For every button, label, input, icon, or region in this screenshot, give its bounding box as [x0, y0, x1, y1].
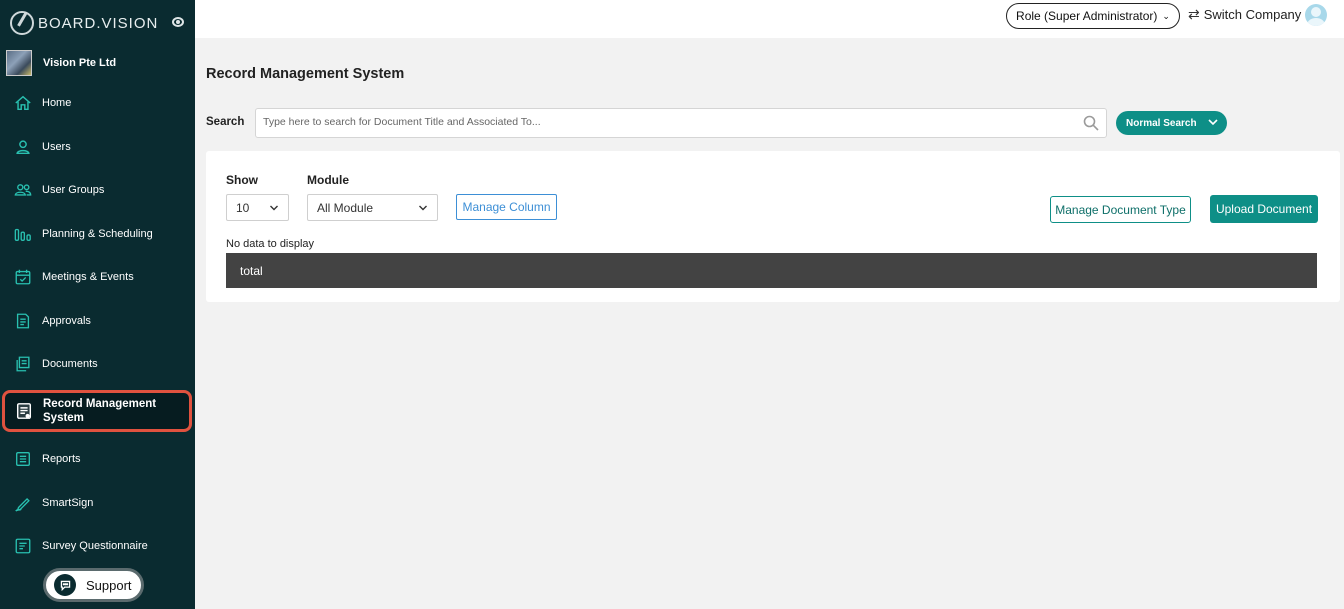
sidebar-item-survey[interactable]: Survey Questionnaire [0, 531, 195, 561]
calendar-icon [14, 268, 32, 286]
page-size-select[interactable]: 10 [226, 194, 289, 221]
role-label: Role (Super Administrator) [1016, 9, 1158, 23]
chevron-down-icon [419, 205, 427, 211]
manage-column-button[interactable]: Manage Column [456, 194, 557, 220]
records-card: Show Module 10 All Module Manage Column … [206, 151, 1340, 302]
sidebar-item-meetings[interactable]: Meetings & Events [0, 262, 195, 292]
company-avatar [6, 50, 32, 76]
sidebar-item-planning[interactable]: Planning & Scheduling [0, 219, 195, 249]
sidebar-item-label: Users [42, 141, 71, 153]
company-switcher[interactable]: Vision Pte Ltd [6, 50, 116, 76]
eye-toggle-icon[interactable] [172, 17, 184, 27]
search-label: Search [206, 116, 245, 128]
top-bar: Role (Super Administrator) ⌄ ⇄ Switch Co… [195, 0, 1344, 38]
logo-mark-icon [10, 11, 34, 35]
page-title: Record Management System [206, 66, 405, 82]
pen-icon [14, 494, 32, 512]
sidebar-item-label: Home [42, 97, 72, 109]
logo[interactable]: BOARD.VISION [10, 10, 158, 36]
show-label: Show [226, 173, 258, 187]
chevron-down-icon [1208, 119, 1218, 126]
manage-document-type-button[interactable]: Manage Document Type [1050, 196, 1191, 223]
swap-icon: ⇄ [1188, 6, 1200, 22]
report-icon [14, 450, 32, 468]
sidebar-item-home[interactable]: Home [0, 88, 195, 118]
sidebar-item-user-groups[interactable]: User Groups [0, 175, 195, 205]
chevron-down-icon: ⌄ [1162, 10, 1170, 21]
module-select[interactable]: All Module [307, 194, 438, 221]
sidebar-item-label: Planning & Scheduling [42, 228, 153, 240]
sidebar-item-record-management[interactable]: Record Management System [2, 390, 192, 432]
module-label: Module [307, 173, 349, 187]
search-icon[interactable] [1083, 115, 1099, 131]
search-field[interactable] [255, 108, 1107, 138]
company-name: Vision Pte Ltd [43, 57, 117, 69]
survey-icon [14, 537, 32, 555]
support-label: Support [86, 577, 132, 593]
sidebar-item-reports[interactable]: Reports [0, 444, 195, 474]
record-icon [15, 402, 33, 420]
sidebar-item-approvals[interactable]: Approvals [0, 306, 195, 336]
sidebar-item-label: Survey Questionnaire [42, 540, 148, 552]
sidebar-item-label: User Groups [42, 184, 105, 196]
bar-chart-icon [14, 225, 32, 243]
documents-icon [14, 355, 32, 373]
search-mode-label: Normal Search [1126, 117, 1197, 129]
sidebar: BOARD.VISION Vision Pte Ltd Home Users U… [0, 0, 195, 609]
module-value: All Module [317, 200, 374, 215]
user-icon [14, 138, 32, 156]
brand-name: BOARD.VISION [38, 14, 159, 32]
switch-company-label: Switch Company [1203, 7, 1302, 22]
total-label: total [240, 263, 263, 278]
home-icon [14, 94, 32, 112]
sidebar-item-users[interactable]: Users [0, 132, 195, 162]
upload-document-button[interactable]: Upload Document [1210, 195, 1318, 223]
sidebar-item-label: Record Management System [43, 398, 157, 424]
switch-company-button[interactable]: ⇄ Switch Company [1188, 6, 1301, 23]
sidebar-item-label: Approvals [42, 315, 91, 327]
sidebar-item-documents[interactable]: Documents [0, 349, 195, 379]
page-size-value: 10 [236, 200, 250, 215]
approval-doc-icon [14, 312, 32, 330]
chat-icon [54, 574, 76, 596]
search-input[interactable] [263, 116, 1063, 128]
sidebar-item-label: Documents [42, 358, 98, 370]
sidebar-item-label: SmartSign [42, 497, 94, 509]
sidebar-item-label: Reports [42, 453, 81, 465]
empty-table-message: No data to display [226, 238, 315, 250]
sidebar-item-label: Meetings & Events [42, 271, 134, 283]
search-mode-dropdown[interactable]: Normal Search [1116, 111, 1227, 135]
support-button[interactable]: Support [43, 568, 144, 602]
sidebar-item-smartsign[interactable]: SmartSign [0, 488, 195, 518]
users-icon [14, 181, 32, 199]
user-avatar[interactable] [1305, 4, 1327, 26]
role-dropdown[interactable]: Role (Super Administrator) ⌄ [1006, 3, 1180, 29]
chevron-down-icon [270, 205, 278, 211]
table-total-row: total [226, 253, 1317, 288]
